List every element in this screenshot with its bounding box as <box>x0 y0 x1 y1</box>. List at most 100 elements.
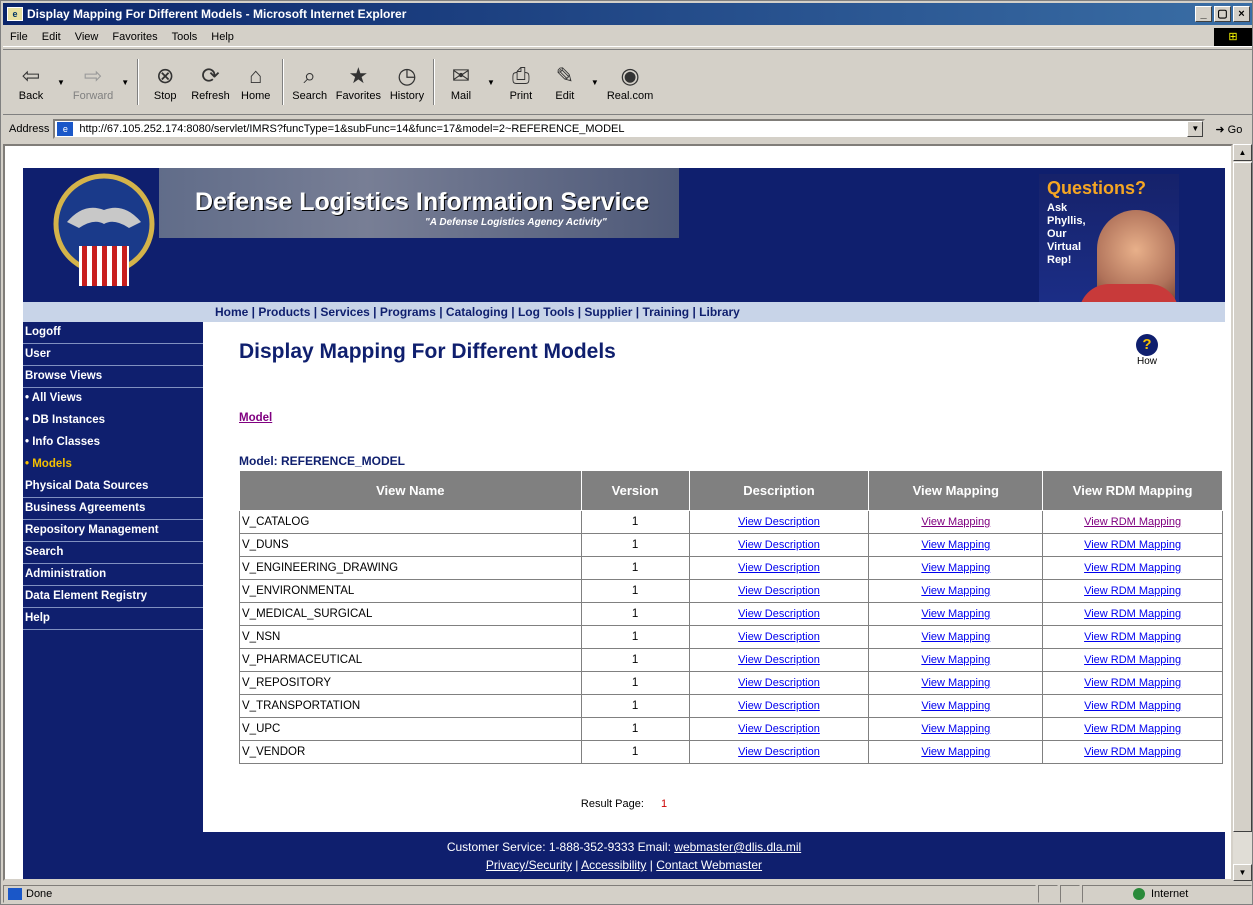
privacy-link[interactable]: Privacy/Security <box>486 858 572 872</box>
nav-link-cataloging[interactable]: Cataloging <box>446 305 508 319</box>
search-button[interactable]: ⌕ Search <box>288 55 332 109</box>
nav-link-log-tools[interactable]: Log Tools <box>518 305 574 319</box>
dropdown-arrow-icon[interactable]: ▼ <box>57 78 65 87</box>
back-button[interactable]: ⇦ Back <box>9 55 53 109</box>
print-button[interactable]: ⎙ Print <box>499 55 543 109</box>
view-rdm-mapping-link[interactable]: View RDM Mapping <box>1084 539 1181 551</box>
view-mapping-link[interactable]: View Mapping <box>921 631 990 643</box>
view-mapping-link[interactable]: View Mapping <box>921 746 990 758</box>
history-button[interactable]: ◷ History <box>385 55 429 109</box>
view-mapping-link[interactable]: View Mapping <box>921 723 990 735</box>
stop-button[interactable]: ⊗ Stop <box>143 55 187 109</box>
real-com-button[interactable]: ◉ Real.com <box>603 55 657 109</box>
view-mapping-link[interactable]: View Mapping <box>921 539 990 551</box>
nav-link-home[interactable]: Home <box>215 305 248 319</box>
nav-link-library[interactable]: Library <box>699 305 740 319</box>
nav-link-services[interactable]: Services <box>320 305 369 319</box>
sidebar-item-physical-data-sources[interactable]: Physical Data Sources <box>23 476 203 498</box>
view-rdm-mapping-link[interactable]: View RDM Mapping <box>1084 516 1181 528</box>
menu-file[interactable]: File <box>3 31 35 43</box>
view-description-link[interactable]: View Description <box>738 700 820 712</box>
nav-link-programs[interactable]: Programs <box>380 305 436 319</box>
nav-link-products[interactable]: Products <box>258 305 310 319</box>
sidebar-item-repository-management[interactable]: Repository Management <box>23 520 203 542</box>
scroll-up-icon[interactable]: ▲ <box>1233 144 1252 161</box>
view-mapping-link[interactable]: View Mapping <box>921 608 990 620</box>
view-rdm-mapping-link[interactable]: View RDM Mapping <box>1084 585 1181 597</box>
accessibility-link[interactable]: Accessibility <box>581 858 646 872</box>
sidebar-item-help[interactable]: Help <box>23 608 203 630</box>
virtual-rep-box[interactable]: Questions? Ask Phyllis, Our Virtual Rep! <box>1039 174 1179 320</box>
view-description-link[interactable]: View Description <box>738 516 820 528</box>
view-rdm-mapping-link[interactable]: View RDM Mapping <box>1084 654 1181 666</box>
view-rdm-mapping-link[interactable]: View RDM Mapping <box>1084 562 1181 574</box>
help-icon[interactable]: ? <box>1136 334 1158 356</box>
dropdown-arrow-icon[interactable]: ▼ <box>121 78 129 87</box>
view-description-link[interactable]: View Description <box>738 539 820 551</box>
view-rdm-mapping-link[interactable]: View RDM Mapping <box>1084 677 1181 689</box>
nav-link-supplier[interactable]: Supplier <box>584 305 632 319</box>
view-rdm-mapping-link[interactable]: View RDM Mapping <box>1084 608 1181 620</box>
sidebar-item-logoff[interactable]: Logoff <box>23 322 203 344</box>
favorites-button[interactable]: ★ Favorites <box>332 55 385 109</box>
view-description-link[interactable]: View Description <box>738 562 820 574</box>
contact-webmaster-link[interactable]: Contact Webmaster <box>656 858 762 872</box>
minimize-button[interactable]: _ <box>1195 6 1212 22</box>
view-description-link[interactable]: View Description <box>738 746 820 758</box>
view-mapping-link[interactable]: View Mapping <box>921 516 990 528</box>
view-mapping-link[interactable]: View Mapping <box>921 677 990 689</box>
view-description-link[interactable]: View Description <box>738 654 820 666</box>
home-button[interactable]: ⌂ Home <box>234 55 278 109</box>
menu-help[interactable]: Help <box>204 31 241 43</box>
address-input[interactable]: e http://67.105.252.174:8080/servlet/IMR… <box>53 119 1206 139</box>
webmaster-email-link[interactable]: webmaster@dlis.dla.mil <box>674 840 801 854</box>
view-description-link-cell: View Description <box>688 556 870 580</box>
menu-favorites[interactable]: Favorites <box>105 31 164 43</box>
maximize-button[interactable]: ▢ <box>1214 6 1231 22</box>
view-description-link[interactable]: View Description <box>738 677 820 689</box>
view-mapping-link[interactable]: View Mapping <box>921 654 990 666</box>
view-description-link[interactable]: View Description <box>738 723 820 735</box>
sidebar-item-all-views[interactable]: • All Views <box>23 388 203 410</box>
scroll-thumb[interactable] <box>1233 162 1252 832</box>
view-rdm-mapping-link[interactable]: View RDM Mapping <box>1084 723 1181 735</box>
vertical-scrollbar[interactable]: ▲ ▼ <box>1233 144 1252 881</box>
view-mapping-link[interactable]: View Mapping <box>921 585 990 597</box>
address-dropdown-icon[interactable]: ▼ <box>1187 121 1204 137</box>
sidebar-item-db-instances[interactable]: • DB Instances <box>23 410 203 432</box>
menu-tools[interactable]: Tools <box>165 31 205 43</box>
go-button[interactable]: ➜ Go <box>1215 123 1242 136</box>
menu-edit[interactable]: Edit <box>35 31 68 43</box>
sidebar-item-info-classes[interactable]: • Info Classes <box>23 432 203 454</box>
dropdown-arrow-icon[interactable]: ▼ <box>487 78 495 87</box>
menu-view[interactable]: View <box>68 31 106 43</box>
sidebar-item-administration[interactable]: Administration <box>23 564 203 586</box>
scroll-down-icon[interactable]: ▼ <box>1233 864 1252 881</box>
nav-link-training[interactable]: Training <box>642 305 689 319</box>
sidebar-item-user[interactable]: User <box>23 344 203 366</box>
view-rdm-mapping-link[interactable]: View RDM Mapping <box>1084 631 1181 643</box>
breadcrumb-model[interactable]: Model <box>239 412 272 424</box>
view-rdm-mapping-link[interactable]: View RDM Mapping <box>1084 700 1181 712</box>
view-description-link[interactable]: View Description <box>738 608 820 620</box>
sidebar-item-browse-views[interactable]: Browse Views <box>23 366 203 388</box>
sidebar-item-business-agreements[interactable]: Business Agreements <box>23 498 203 520</box>
sidebar-item-search[interactable]: Search <box>23 542 203 564</box>
forward-button[interactable]: ⇨ Forward <box>69 55 117 109</box>
view-description-link[interactable]: View Description <box>738 631 820 643</box>
view-mapping-link[interactable]: View Mapping <box>921 700 990 712</box>
view-rdm-mapping-link[interactable]: View RDM Mapping <box>1084 746 1181 758</box>
sidebar-item-models[interactable]: • Models <box>23 454 203 476</box>
close-button[interactable]: × <box>1233 6 1250 22</box>
mail-button[interactable]: ✉ Mail <box>439 55 483 109</box>
view-description-link[interactable]: View Description <box>738 585 820 597</box>
edit-button[interactable]: ✎ Edit <box>543 55 587 109</box>
view-mapping-link[interactable]: View Mapping <box>921 562 990 574</box>
dropdown-arrow-icon[interactable]: ▼ <box>591 78 599 87</box>
help-button[interactable]: ? How <box>1127 334 1167 367</box>
refresh-button[interactable]: ⟳ Refresh <box>187 55 234 109</box>
result-page-number[interactable]: 1 <box>661 798 667 810</box>
help-label[interactable]: How <box>1127 356 1167 367</box>
sidebar-item-data-element-registry[interactable]: Data Element Registry <box>23 586 203 608</box>
address-url[interactable]: http://67.105.252.174:8080/servlet/IMRS?… <box>79 123 1187 135</box>
